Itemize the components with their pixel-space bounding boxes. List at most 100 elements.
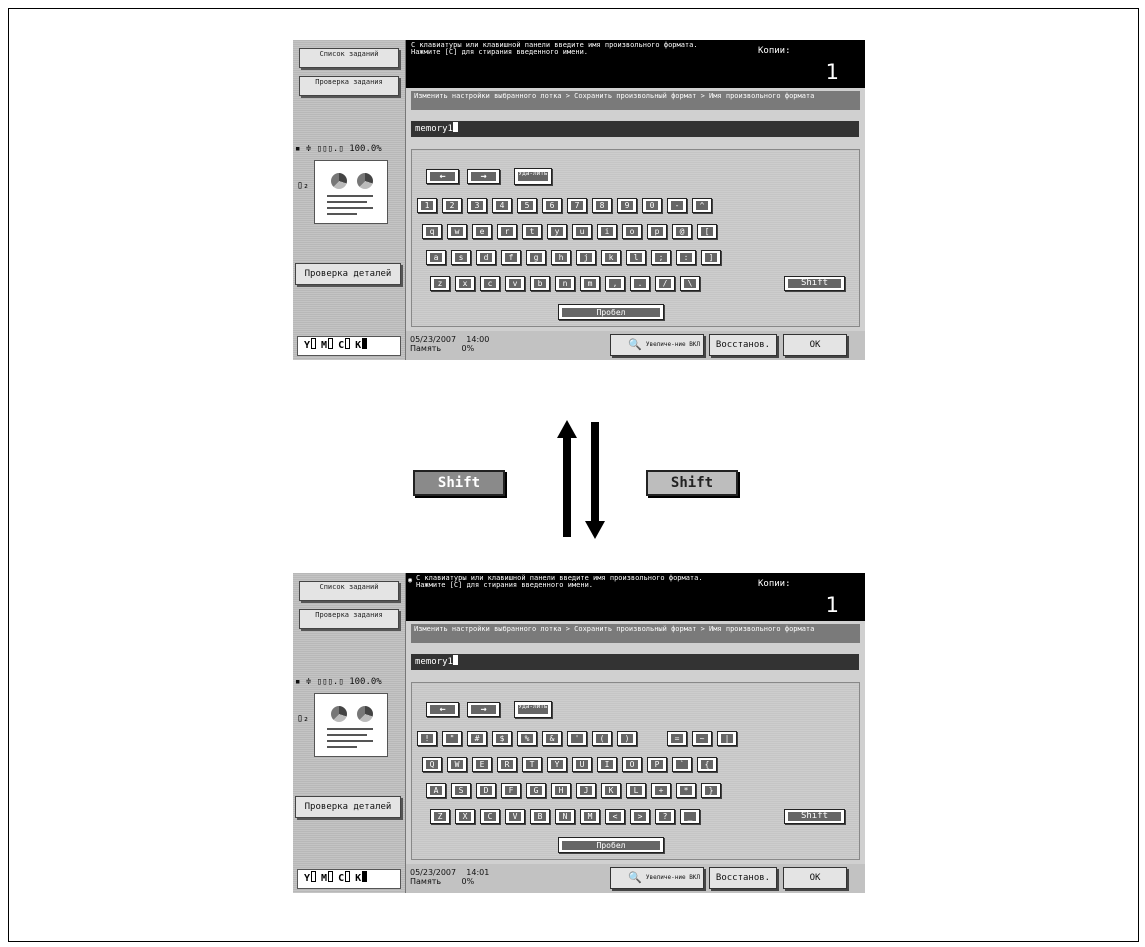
key[interactable]: Y (547, 757, 567, 772)
key[interactable]: I (597, 757, 617, 772)
key[interactable]: & (542, 731, 562, 746)
key[interactable]: b (530, 276, 550, 291)
right-arrow-key[interactable]: → (467, 169, 500, 184)
key[interactable]: e (472, 224, 492, 239)
key[interactable]: f (501, 250, 521, 265)
key[interactable]: 9 (617, 198, 637, 213)
key[interactable]: ~ (692, 731, 712, 746)
key[interactable]: p (647, 224, 667, 239)
key[interactable]: ^ (692, 198, 712, 213)
key[interactable]: u (572, 224, 592, 239)
key[interactable]: ) (617, 731, 637, 746)
key[interactable]: % (517, 731, 537, 746)
key[interactable]: # (467, 731, 487, 746)
space-key[interactable]: Пробел (558, 304, 664, 320)
key[interactable]: Q (422, 757, 442, 772)
key[interactable]: Z (430, 809, 450, 824)
key[interactable]: A (426, 783, 446, 798)
key[interactable]: x (455, 276, 475, 291)
key[interactable]: = (667, 731, 687, 746)
key[interactable]: 2 (442, 198, 462, 213)
key[interactable]: 5 (517, 198, 537, 213)
right-arrow-key[interactable]: → (467, 702, 500, 717)
ok-button[interactable]: OK (783, 867, 847, 889)
key[interactable]: } (701, 783, 721, 798)
key[interactable]: a (426, 250, 446, 265)
key[interactable]: O (622, 757, 642, 772)
key[interactable]: ; (651, 250, 671, 265)
key[interactable]: ` (672, 757, 692, 772)
key[interactable]: _ (680, 809, 700, 824)
delete-key[interactable]: Уда-лить (514, 701, 552, 718)
key[interactable]: ? (655, 809, 675, 824)
jobs-list-button[interactable]: Список заданий (299, 581, 399, 601)
key[interactable]: d (476, 250, 496, 265)
key[interactable]: s (451, 250, 471, 265)
key[interactable]: o (622, 224, 642, 239)
key[interactable]: L (626, 783, 646, 798)
key[interactable]: U (572, 757, 592, 772)
key[interactable]: . (630, 276, 650, 291)
key[interactable]: W (447, 757, 467, 772)
reset-button[interactable]: Восстанов. (709, 867, 777, 889)
key[interactable]: 6 (542, 198, 562, 213)
key[interactable]: R (497, 757, 517, 772)
space-key[interactable]: Пробел (558, 837, 664, 853)
key[interactable]: , (605, 276, 625, 291)
key[interactable]: S (451, 783, 471, 798)
left-arrow-key[interactable]: ← (426, 169, 459, 184)
key[interactable]: @ (672, 224, 692, 239)
key[interactable]: > (630, 809, 650, 824)
key[interactable]: \ (680, 276, 700, 291)
check-job-button[interactable]: Проверка задания (299, 76, 399, 96)
key[interactable]: | (717, 731, 737, 746)
key[interactable]: ! (417, 731, 437, 746)
key[interactable]: M (580, 809, 600, 824)
key[interactable]: - (667, 198, 687, 213)
key[interactable]: ] (701, 250, 721, 265)
key[interactable]: : (676, 250, 696, 265)
key[interactable]: 1 (417, 198, 437, 213)
key[interactable]: k (601, 250, 621, 265)
detail-check-button[interactable]: Проверка деталей (295, 796, 401, 818)
key[interactable]: 3 (467, 198, 487, 213)
key[interactable]: C (480, 809, 500, 824)
key[interactable]: < (605, 809, 625, 824)
ok-button[interactable]: OK (783, 334, 847, 356)
key[interactable]: { (697, 757, 717, 772)
key[interactable]: H (551, 783, 571, 798)
key[interactable]: V (505, 809, 525, 824)
left-arrow-key[interactable]: ← (426, 702, 459, 717)
key[interactable]: 8 (592, 198, 612, 213)
key[interactable]: F (501, 783, 521, 798)
jobs-list-button[interactable]: Список заданий (299, 48, 399, 68)
key[interactable]: 4 (492, 198, 512, 213)
zoom-display-button[interactable]: 🔍 Увеличе-ние ВКЛ (610, 867, 704, 889)
name-input[interactable]: memory1 (411, 121, 859, 137)
key[interactable]: g (526, 250, 546, 265)
key[interactable]: B (530, 809, 550, 824)
key[interactable]: c (480, 276, 500, 291)
key[interactable]: K (601, 783, 621, 798)
shift-key[interactable]: Shift (784, 809, 845, 824)
key[interactable]: E (472, 757, 492, 772)
name-input[interactable]: memory1 (411, 654, 859, 670)
key[interactable]: n (555, 276, 575, 291)
check-job-button[interactable]: Проверка задания (299, 609, 399, 629)
key[interactable]: D (476, 783, 496, 798)
key[interactable]: + (651, 783, 671, 798)
key[interactable]: " (442, 731, 462, 746)
key[interactable]: 7 (567, 198, 587, 213)
key[interactable]: y (547, 224, 567, 239)
key[interactable]: ' (567, 731, 587, 746)
key[interactable]: t (522, 224, 542, 239)
key[interactable]: * (676, 783, 696, 798)
zoom-display-button[interactable]: 🔍 Увеличе-ние ВКЛ (610, 334, 704, 356)
key[interactable]: r (497, 224, 517, 239)
key[interactable]: z (430, 276, 450, 291)
key[interactable]: $ (492, 731, 512, 746)
key[interactable]: N (555, 809, 575, 824)
key[interactable]: 0 (642, 198, 662, 213)
key[interactable]: w (447, 224, 467, 239)
key[interactable]: [ (697, 224, 717, 239)
